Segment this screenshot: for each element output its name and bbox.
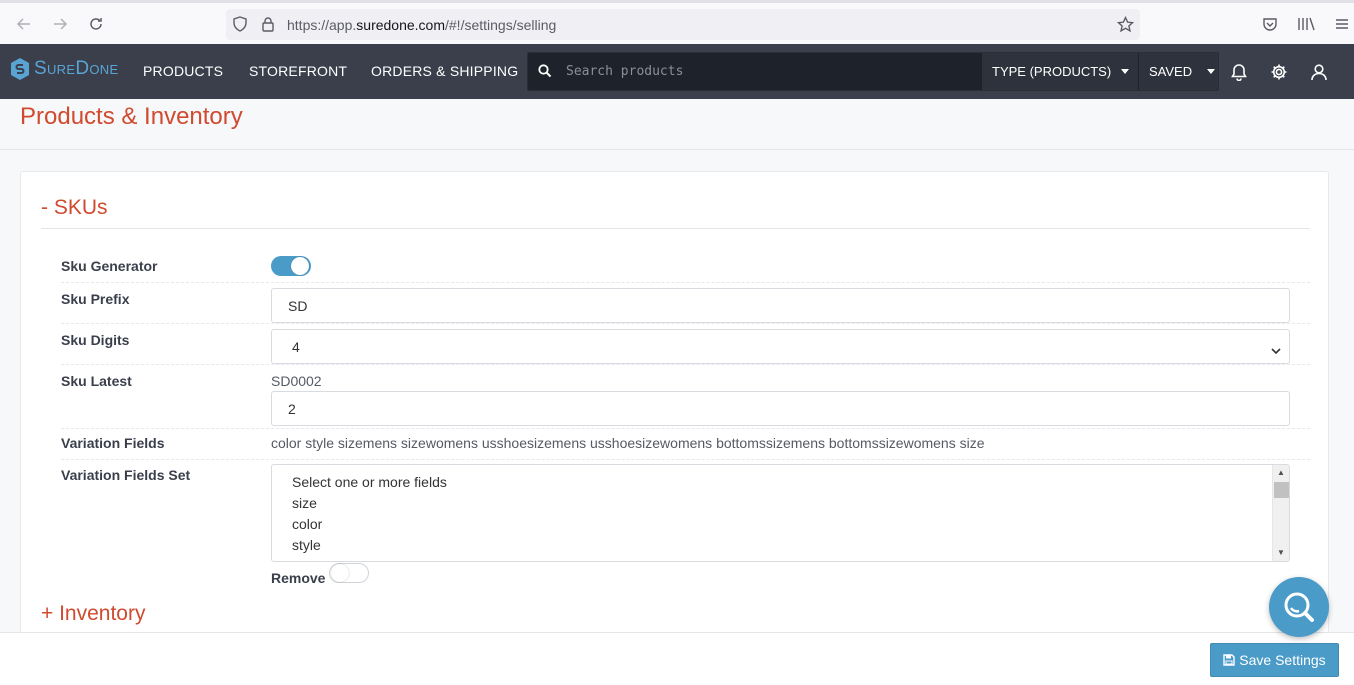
- save-settings-label: Save Settings: [1239, 652, 1326, 668]
- caret-down-icon: [1207, 69, 1216, 74]
- browser-toolbar: https://app.suredone.com/#!/settings/sel…: [0, 0, 1354, 44]
- page-title: Products & Inventory: [20, 103, 243, 130]
- back-icon[interactable]: [13, 13, 35, 35]
- suredone-logo[interactable]: SureDone: [10, 57, 118, 81]
- multiselect-option[interactable]: Select one or more fields: [292, 474, 447, 490]
- type-dropdown[interactable]: TYPE (PRODUCTS): [982, 53, 1138, 90]
- help-search-icon: [1284, 592, 1314, 622]
- product-search: TYPE (PRODUCTS) SAVED: [527, 52, 1219, 91]
- star-icon[interactable]: [1116, 15, 1135, 38]
- sku-digits-value: 4: [292, 338, 300, 355]
- sku-digits-label: Sku Digits: [61, 332, 130, 348]
- help-search-button[interactable]: [1269, 577, 1329, 637]
- saved-dropdown[interactable]: SAVED: [1139, 53, 1218, 90]
- sku-generator-toggle[interactable]: [271, 256, 311, 276]
- inventory-section-toggle[interactable]: + Inventory: [41, 602, 145, 626]
- remove-label: Remove: [271, 570, 326, 586]
- scroll-up-icon[interactable]: ▲: [1277, 468, 1285, 477]
- caret-down-icon: [1121, 69, 1130, 74]
- nav-orders-shipping[interactable]: ORDERS & SHIPPING: [371, 63, 518, 79]
- chevron-down-icon: [1271, 342, 1281, 358]
- nav-products[interactable]: PRODUCTS: [143, 63, 223, 79]
- bell-icon[interactable]: [1228, 61, 1250, 83]
- search-input[interactable]: [566, 53, 976, 90]
- toggle-knob: [291, 257, 309, 275]
- variation-fields-multiselect[interactable]: Select one or more fields size color sty…: [271, 464, 1290, 562]
- saved-dropdown-label: SAVED: [1149, 64, 1193, 79]
- multiselect-scrollbar[interactable]: ▲ ▼: [1272, 465, 1289, 561]
- type-dropdown-label: TYPE (PRODUCTS): [992, 64, 1112, 79]
- settings-card: - SKUs Sku Generator Sku Prefix SD Sku D…: [20, 171, 1329, 641]
- multiselect-option[interactable]: size: [292, 495, 317, 511]
- save-icon: [1223, 654, 1235, 666]
- forward-icon[interactable]: [49, 13, 71, 35]
- section-divider: [41, 228, 1310, 229]
- logo-icon: [11, 58, 29, 80]
- scrollbar-thumb[interactable]: [1274, 482, 1289, 498]
- reload-icon[interactable]: [85, 13, 107, 35]
- row-divider: [61, 323, 1310, 324]
- page-title-bar: Products & Inventory: [0, 99, 1354, 150]
- sku-prefix-input[interactable]: SD: [271, 288, 1290, 323]
- footer-bar: [0, 632, 1354, 685]
- variation-fields-value: color style sizemens sizewomens usshoesi…: [271, 435, 985, 451]
- row-divider: [61, 459, 1310, 460]
- variation-fields-set-label: Variation Fields Set: [61, 467, 191, 483]
- multiselect-option[interactable]: style: [292, 537, 321, 553]
- multiselect-option[interactable]: color: [292, 516, 322, 532]
- sku-latest-display: SD0002: [271, 373, 322, 389]
- variation-fields-label: Variation Fields: [61, 435, 165, 451]
- url-text: https://app.suredone.com/#!/settings/sel…: [287, 17, 557, 33]
- address-bar[interactable]: https://app.suredone.com/#!/settings/sel…: [226, 9, 1140, 40]
- sku-prefix-label: Sku Prefix: [61, 291, 130, 307]
- pocket-icon[interactable]: [1259, 13, 1281, 35]
- save-settings-button[interactable]: Save Settings: [1210, 643, 1339, 677]
- shield-icon: [232, 16, 248, 37]
- row-divider: [61, 428, 1310, 429]
- search-icon: [538, 64, 552, 83]
- gear-icon[interactable]: [1268, 61, 1290, 83]
- scroll-down-icon[interactable]: ▼: [1277, 548, 1285, 557]
- logo-text: SureDone: [34, 58, 119, 79]
- menu-icon[interactable]: [1331, 13, 1353, 35]
- row-divider: [61, 364, 1310, 365]
- row-divider: [61, 282, 1310, 283]
- lock-icon: [260, 16, 276, 37]
- skus-section-toggle[interactable]: - SKUs: [41, 196, 108, 220]
- sku-digits-select[interactable]: 4: [271, 329, 1290, 364]
- remove-toggle[interactable]: [329, 563, 369, 583]
- sku-generator-label: Sku Generator: [61, 258, 158, 274]
- nav-storefront[interactable]: STOREFRONT: [249, 63, 347, 79]
- library-icon[interactable]: [1295, 13, 1317, 35]
- sku-latest-input[interactable]: 2: [271, 391, 1290, 426]
- sku-latest-label: Sku Latest: [61, 373, 132, 389]
- toggle-knob: [331, 564, 349, 582]
- user-icon[interactable]: [1308, 61, 1330, 83]
